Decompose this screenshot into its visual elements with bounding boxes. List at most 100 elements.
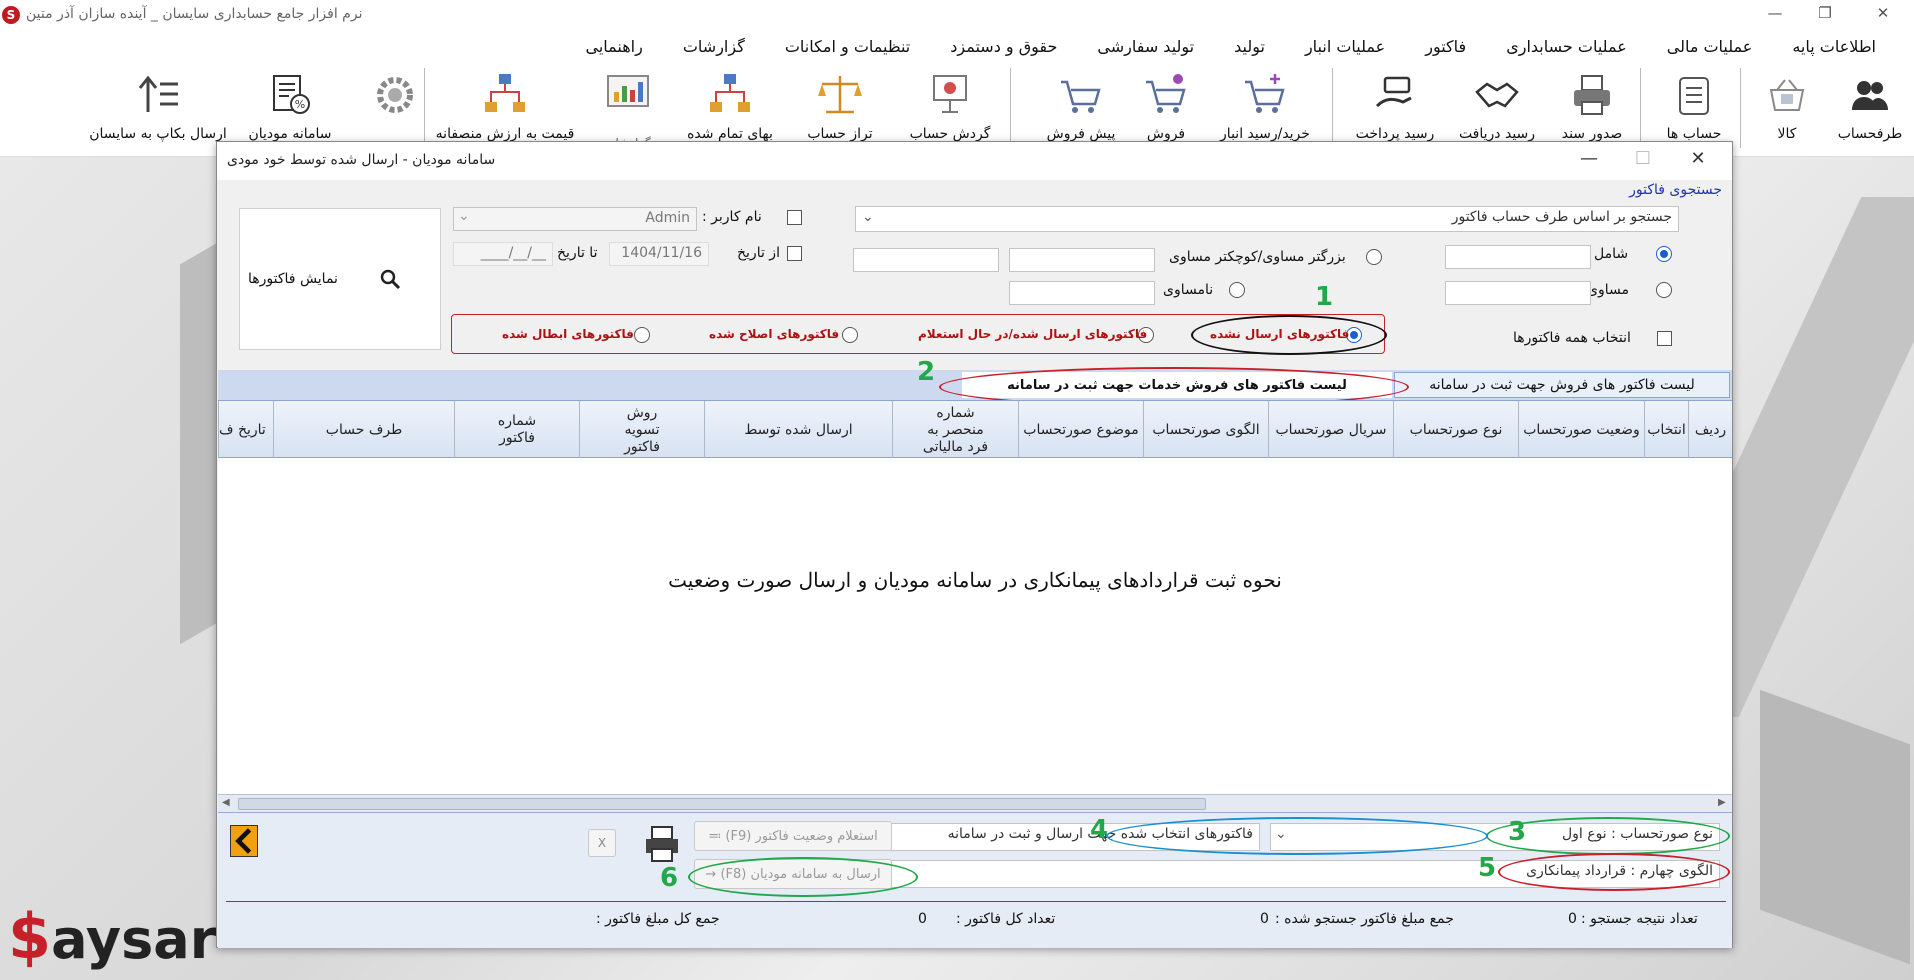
print-icon[interactable]: [642, 825, 682, 865]
column-header[interactable]: شماره فاکتور: [454, 401, 579, 459]
not-equal-input[interactable]: [1009, 281, 1155, 305]
minimize-icon[interactable]: —: [1575, 148, 1603, 169]
toolbar-btn-tax-system[interactable]: % سامانه مودیان: [240, 70, 340, 150]
radio-equal-label: مساوی: [1587, 282, 1629, 298]
equal-input[interactable]: [1445, 281, 1591, 305]
select-all-checkbox[interactable]: [1657, 331, 1672, 346]
menu-warehouse[interactable]: عملیات انبار: [1285, 37, 1405, 56]
radio-equal[interactable]: [1656, 282, 1672, 298]
back-arrow-icon[interactable]: [230, 825, 258, 857]
chevron-down-icon: ⌄: [862, 209, 874, 225]
toolbar-label: تراز حساب: [807, 126, 873, 142]
toolbar-btn-presale[interactable]: پیش فروش: [1040, 70, 1122, 150]
close-icon[interactable]: ✕: [1868, 4, 1898, 22]
show-invoices-button[interactable]: نمایش فاکتورها: [239, 208, 441, 350]
scroll-left-icon: ◀: [222, 797, 230, 808]
inquiry-status-button[interactable]: استعلام وضعیت فاکتور (F9) ≔: [694, 821, 892, 851]
total-sum-label: جمع کل مبلغ فاکتور :: [596, 911, 720, 927]
menu-production[interactable]: تولید: [1214, 37, 1285, 56]
search-sum-value: 0: [1260, 911, 1269, 927]
radio-not-equal-label: نامساوی: [1163, 282, 1214, 298]
tutorial-caption: نحوه ثبت قراردادهای پیمانکاری در سامانه …: [668, 568, 1282, 592]
column-header[interactable]: سریال صورتحساب: [1268, 401, 1393, 459]
from-date-field[interactable]: 1404/11/16: [609, 242, 709, 266]
toolbar-btn-trial-balance[interactable]: تراز حساب: [800, 70, 880, 150]
username-checkbox[interactable]: [787, 210, 802, 225]
toolbar-btn-receipt[interactable]: رسید دریافت: [1452, 70, 1542, 150]
radio-includes[interactable]: [1656, 246, 1672, 262]
handshake-icon: [1475, 82, 1519, 108]
column-header[interactable]: شماره منحصر به فرد مالیاتی: [892, 401, 1018, 459]
toolbar-btn-goods[interactable]: کالا: [1752, 70, 1822, 150]
toolbar-btn-parties[interactable]: طرفحساب: [1830, 70, 1910, 150]
close-icon[interactable]: ✕: [1684, 148, 1712, 169]
column-header[interactable]: تاریخ ف: [218, 401, 273, 459]
total-count-label: تعداد کل فاکتور :: [956, 911, 1056, 927]
radio-corrected[interactable]: [842, 327, 858, 343]
toolbar-btn-fair-value[interactable]: قیمت به ارزش منصفانه: [430, 70, 580, 150]
hand-money-icon: [1375, 76, 1412, 108]
column-header[interactable]: موضوع صورتحساب: [1018, 401, 1143, 459]
toolbar-btn-sale[interactable]: فروش: [1128, 70, 1204, 150]
network-icon: [485, 74, 525, 112]
toolbar-btn-accounts[interactable]: حساب ها: [1655, 70, 1733, 150]
toolbar-btn-issue-doc[interactable]: صدور سند: [1552, 70, 1632, 150]
column-header[interactable]: الگوی صورتحساب: [1143, 401, 1268, 459]
column-header[interactable]: ردیف: [1688, 401, 1732, 459]
toolbar-label: رسید دریافت: [1458, 126, 1536, 142]
toolbar-btn-purchase[interactable]: خرید/رسید انبار: [1210, 70, 1320, 150]
minimize-icon[interactable]: —: [1760, 4, 1790, 22]
radio-ge-le[interactable]: [1366, 249, 1382, 265]
toolbar-btn-cost[interactable]: بهای تمام شده: [675, 70, 785, 150]
menu-accounting[interactable]: عملیات حسابداری: [1486, 37, 1647, 56]
annotation-number-2: 2: [917, 357, 936, 387]
menu-financial[interactable]: عملیات مالی: [1647, 37, 1773, 56]
menu-settings[interactable]: تنظیمات و امکانات: [765, 37, 930, 56]
search-invoice-link[interactable]: جستجوی فاکتور: [1629, 182, 1722, 198]
scrollbar-thumb[interactable]: [238, 798, 1206, 810]
total-count-value: 0: [918, 911, 927, 927]
menu-reports[interactable]: گزارشات: [663, 37, 765, 56]
to-date-label: تا تاریخ: [557, 245, 598, 261]
toolbar-btn-payment[interactable]: رسید پرداخت: [1345, 70, 1445, 150]
from-date-checkbox[interactable]: [787, 246, 802, 261]
toolbar-label: رسید پرداخت: [1355, 126, 1435, 142]
column-header[interactable]: ارسال شده توسط: [704, 401, 892, 459]
restore-icon[interactable]: ❐: [1810, 4, 1840, 22]
column-header[interactable]: طرف حساب: [273, 401, 454, 459]
excel-icon[interactable]: X: [588, 829, 616, 857]
column-header[interactable]: روش تسویه فاکتور: [579, 401, 704, 459]
to-date-field[interactable]: __/__/____: [453, 242, 553, 266]
search-by-combo[interactable]: جستجو بر اساس طرف حساب فاکتور ⌄: [855, 206, 1679, 232]
menu-help[interactable]: راهنمایی: [565, 37, 662, 56]
toolbar-btn-backup[interactable]: ارسال بکاپ به سایسان: [78, 70, 238, 150]
status-corrected-label: فاکتورهای اصلاح شده: [709, 327, 840, 341]
menu-base-info[interactable]: اطلاعات پایه: [1772, 37, 1896, 56]
radio-not-equal[interactable]: [1229, 282, 1245, 298]
search-sum-label: جمع مبلغ فاکتور جستجو شده :: [1275, 911, 1454, 927]
cart-remove-icon: [1146, 74, 1186, 113]
annotation-number-3: 3: [1508, 817, 1527, 847]
menu-custom-production[interactable]: تولید سفارشی: [1077, 37, 1214, 56]
window-title-bar: S نرم افزار جامع حسابداری سایسان _ آینده…: [0, 0, 1914, 30]
menu-invoice[interactable]: فاکتور: [1405, 37, 1486, 56]
invoice-grid[interactable]: نحوه ثبت قراردادهای پیمانکاری در سامانه …: [218, 458, 1732, 794]
toolbar-btn-reports[interactable]: گزارشات: [590, 70, 665, 150]
column-header[interactable]: نوع صورتحساب: [1393, 401, 1518, 459]
toolbar-btn-settings[interactable]: [365, 70, 425, 150]
ge-le-input[interactable]: [1009, 248, 1155, 272]
radio-canceled[interactable]: [634, 327, 650, 343]
tab-sales-invoices[interactable]: لیست فاکتور های فروش جهت ثبت در سامانه: [1394, 372, 1730, 398]
toolbar-btn-account-turnover[interactable]: گردش حساب: [900, 70, 1000, 150]
includes-input[interactable]: [1445, 245, 1591, 269]
annotation-ellipse-4: [1106, 817, 1488, 855]
column-header[interactable]: وضعیت صورتحساب: [1518, 401, 1644, 459]
menu-payroll[interactable]: حقوق و دستمزد: [930, 37, 1077, 56]
horizontal-scrollbar[interactable]: ◀ ▶: [218, 794, 1732, 812]
grid-header: ردیف انتخاب وضعیت صورتحساب نوع صورتحساب …: [218, 400, 1732, 459]
column-header[interactable]: انتخاب: [1644, 401, 1688, 459]
ge-le-input-2[interactable]: [853, 248, 999, 272]
username-field[interactable]: Admin ⌄: [453, 207, 697, 231]
toolbar-label: فروش: [1146, 126, 1186, 142]
tax-system-dialog: سامانه مودیان - ارسال شده توسط خود مودی …: [216, 141, 1733, 948]
